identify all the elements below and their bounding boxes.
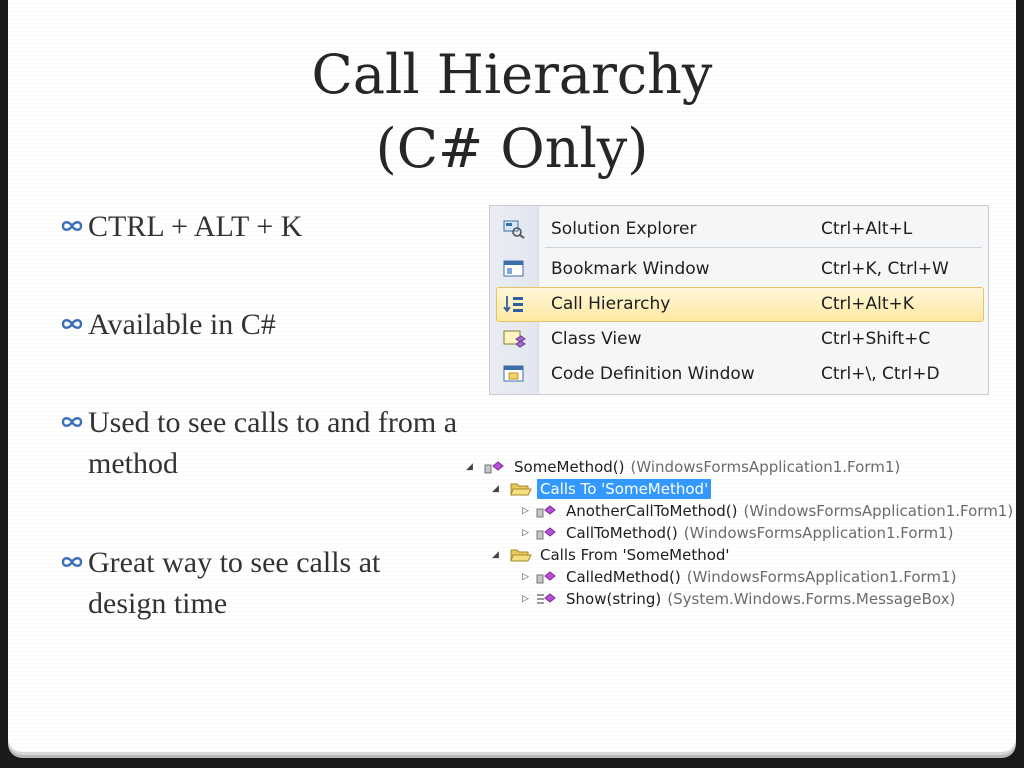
infinity-bullet-icon [60,542,88,624]
external-method-icon [536,591,556,607]
title-line-2: (C# Only) [375,117,649,180]
bullet-text: CTRL + ALT + K [88,210,303,243]
menu-item-shortcut: Ctrl+\, Ctrl+D [821,364,940,384]
menu-item-shortcut: Ctrl+Shift+C [821,329,931,349]
method-context: (WindowsFormsApplication1.Form1) [630,458,901,476]
menu-item-class-view[interactable]: Class View Ctrl+Shift+C [490,322,988,356]
infinity-bullet-icon [60,304,88,345]
method-context: (WindowsFormsApplication1.Form1) [743,502,1014,520]
menu-item-solution-explorer[interactable]: Solution Explorer Ctrl+Alt+L [490,212,988,246]
expand-arrow-icon[interactable]: ▷ [522,588,532,610]
folder-open-icon [510,547,532,563]
folder-open-icon [510,481,532,497]
class-view-icon [502,329,526,349]
infinity-bullet-icon [60,402,88,484]
collapse-arrow-icon[interactable]: ◢ [492,478,502,500]
menu-separator [545,247,982,248]
menu-item-label: Code Definition Window [551,364,755,384]
menu-item-label: Call Hierarchy [551,294,671,314]
method-context: (WindowsFormsApplication1.Form1) [686,568,957,586]
collapse-arrow-icon[interactable]: ◢ [466,456,476,478]
bullet-item: Used to see calls to and from a method [60,402,458,484]
menu-item-bookmark-window[interactable]: Bookmark Window Ctrl+K, Ctrl+W [490,252,988,286]
view-menu: Solution Explorer Ctrl+Alt+L Bookmark Wi… [489,205,989,395]
bullet-item: Available in C# [60,304,458,345]
menu-item-shortcut: Ctrl+Alt+L [821,219,913,239]
method-name: Show(string) [566,590,662,608]
menu-item-shortcut: Ctrl+K, Ctrl+W [821,259,949,279]
menu-item-label: Bookmark Window [551,259,710,279]
calls-from-folder-label: Calls From 'SomeMethod' [540,546,730,564]
bullet-text: Available in C# [88,308,276,341]
calls-to-folder-label: Calls To 'SomeMethod' [537,479,712,499]
method-name: AnotherCallToMethod() [566,502,738,520]
expand-arrow-icon[interactable]: ▷ [522,500,532,522]
expand-arrow-icon[interactable]: ▷ [522,566,532,588]
menu-item-code-definition-window[interactable]: Code Definition Window Ctrl+\, Ctrl+D [490,357,988,391]
method-name: CalledMethod() [566,568,681,586]
title-line-1: Call Hierarchy [311,43,713,106]
menu-item-label: Solution Explorer [551,219,697,239]
collapse-arrow-icon[interactable]: ◢ [492,544,502,566]
solution-explorer-icon [502,219,526,239]
slide-title: Call Hierarchy (C# Only) [8,38,1016,186]
bullet-text: Used to see calls to and from a method [88,406,458,480]
method-context: (System.Windows.Forms.MessageBox) [667,590,956,608]
method-name: CallToMethod() [566,524,678,542]
call-hierarchy-icon [502,294,526,314]
method-name: SomeMethod() [514,458,625,476]
infinity-bullet-icon [60,206,88,247]
bullet-item: Great way to see calls at design time [60,542,458,624]
menu-item-call-hierarchy[interactable]: Call Hierarchy Ctrl+Alt+K [490,287,988,322]
menu-item-label: Class View [551,329,642,349]
method-icon [536,569,556,585]
bullet-text: Great way to see calls at design time [88,546,381,620]
menu-item-shortcut: Ctrl+Alt+K [821,294,914,314]
bookmark-window-icon [502,259,526,279]
bullet-item: CTRL + ALT + K [60,206,458,247]
expand-arrow-icon[interactable]: ▷ [522,522,532,544]
method-icon [536,503,556,519]
method-icon [536,525,556,541]
method-context: (WindowsFormsApplication1.Form1) [683,524,954,542]
call-hierarchy-tree: ◢ SomeMethod() (WindowsFormsApplication1.… [460,455,1016,615]
slide: Call Hierarchy (C# Only) CTRL + ALT + K … [8,0,1016,752]
code-definition-icon [502,364,526,384]
method-icon [484,459,504,475]
